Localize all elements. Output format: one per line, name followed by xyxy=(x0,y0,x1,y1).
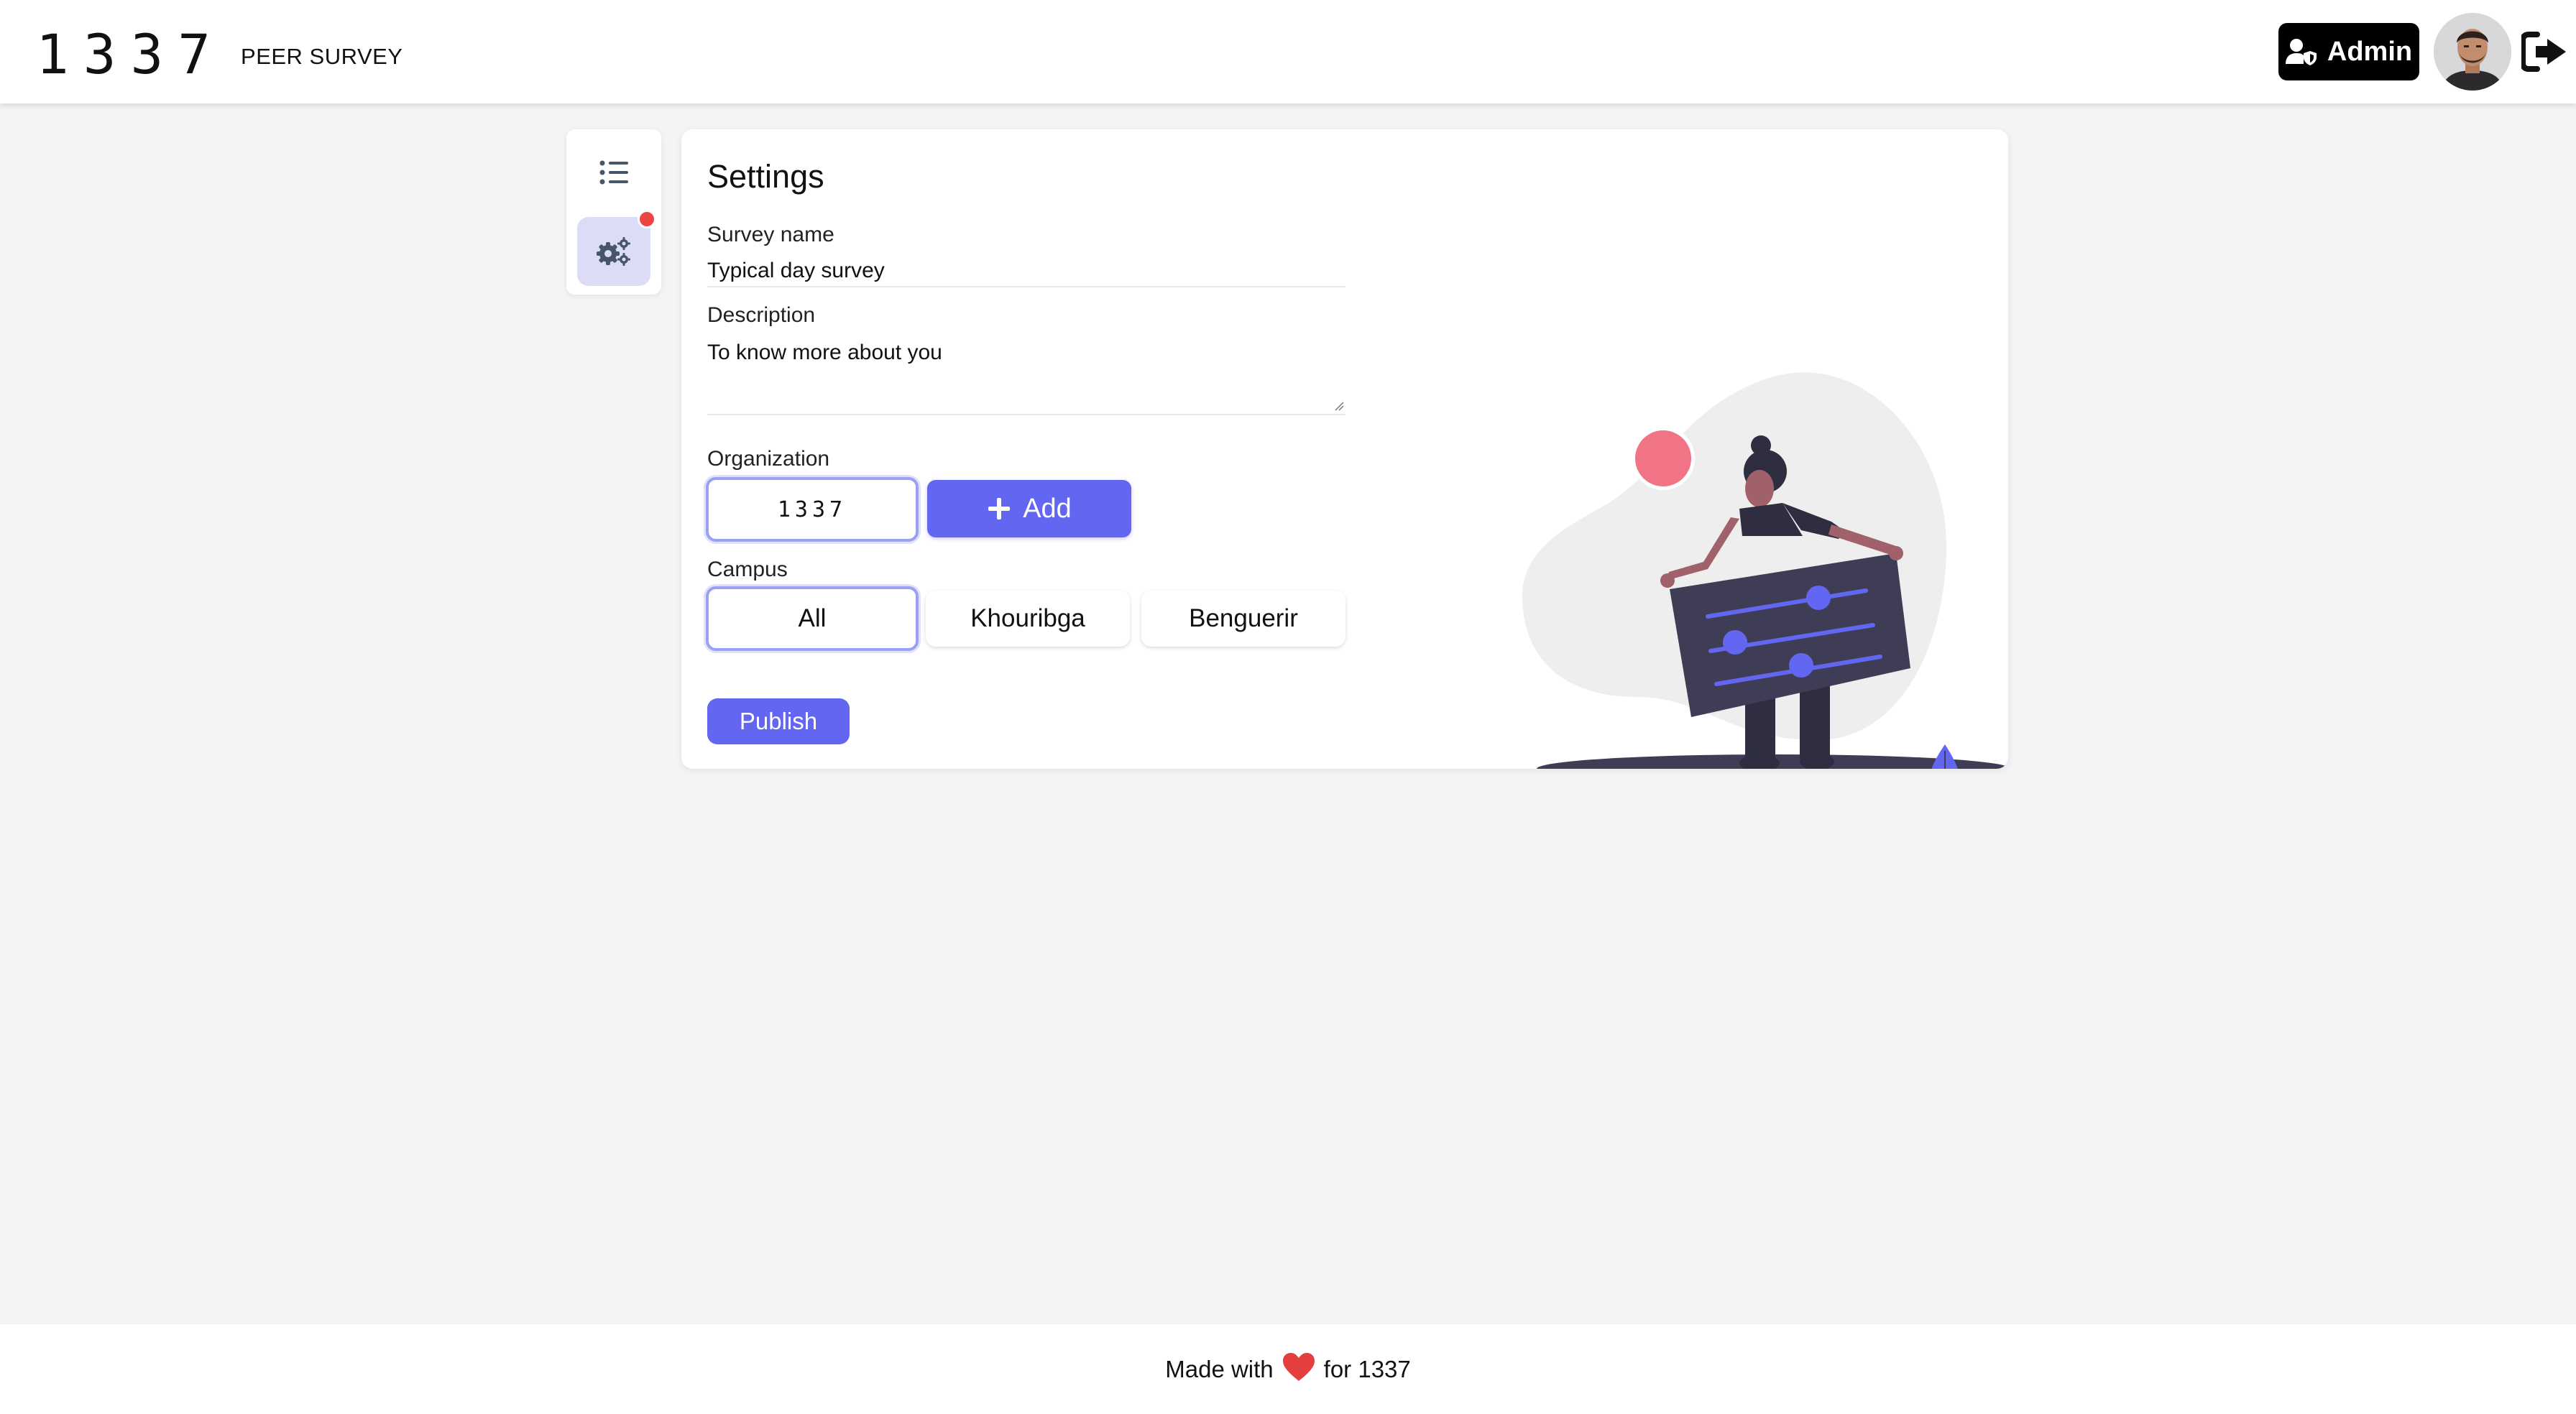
settings-illustration xyxy=(1522,372,2008,769)
add-label: Add xyxy=(1023,493,1072,524)
avatar-image xyxy=(2434,13,2511,91)
description-box[interactable] xyxy=(707,332,1346,415)
add-organization-button[interactable]: Add xyxy=(927,480,1131,537)
plus-icon xyxy=(988,498,1011,519)
list-icon xyxy=(599,160,628,185)
top-navbar: 1337 PEER SURVEY Admin xyxy=(0,0,2576,103)
organization-label: Organization xyxy=(707,447,830,471)
cogs-icon xyxy=(597,237,630,266)
app-title: PEER SURVEY xyxy=(241,44,403,69)
sidebar-item-list[interactable] xyxy=(577,138,650,207)
campus-option-khouribga[interactable]: Khouribga xyxy=(926,591,1130,647)
footer: Made with for 1337 xyxy=(0,1323,2576,1414)
avatar[interactable] xyxy=(2434,13,2511,91)
footer-suffix: for 1337 xyxy=(1323,1355,1411,1382)
campus-label: Campus xyxy=(707,558,788,581)
resize-handle-icon[interactable] xyxy=(1334,401,1344,411)
campus-option-benguerir[interactable]: Benguerir xyxy=(1141,591,1346,647)
logo[interactable]: 1337 PEER SURVEY xyxy=(36,22,403,86)
page-title: Settings xyxy=(707,158,824,195)
description-label: Description xyxy=(707,303,816,327)
heart-icon xyxy=(1282,1352,1315,1381)
organization-option-1337[interactable]: 1337 xyxy=(706,477,919,542)
logout-button[interactable] xyxy=(2520,32,2567,72)
survey-name-underline xyxy=(707,286,1346,287)
survey-name-input[interactable]: Typical day survey xyxy=(707,259,885,283)
admin-label: Admin xyxy=(2327,36,2413,67)
user-shield-icon xyxy=(2285,39,2317,65)
publish-button[interactable]: Publish xyxy=(707,698,850,744)
side-menu xyxy=(566,129,661,295)
logo-mark: 1337 xyxy=(36,22,226,86)
notification-badge xyxy=(638,210,656,228)
admin-button[interactable]: Admin xyxy=(2278,23,2419,80)
survey-name-label: Survey name xyxy=(707,223,834,246)
footer-prefix: Made with xyxy=(1165,1355,1274,1382)
settings-card: Settings Survey name Typical day survey … xyxy=(681,129,2008,769)
sign-out-icon xyxy=(2520,32,2566,72)
campus-option-all[interactable]: All xyxy=(706,586,919,651)
sidebar-item-settings[interactable] xyxy=(577,210,656,286)
